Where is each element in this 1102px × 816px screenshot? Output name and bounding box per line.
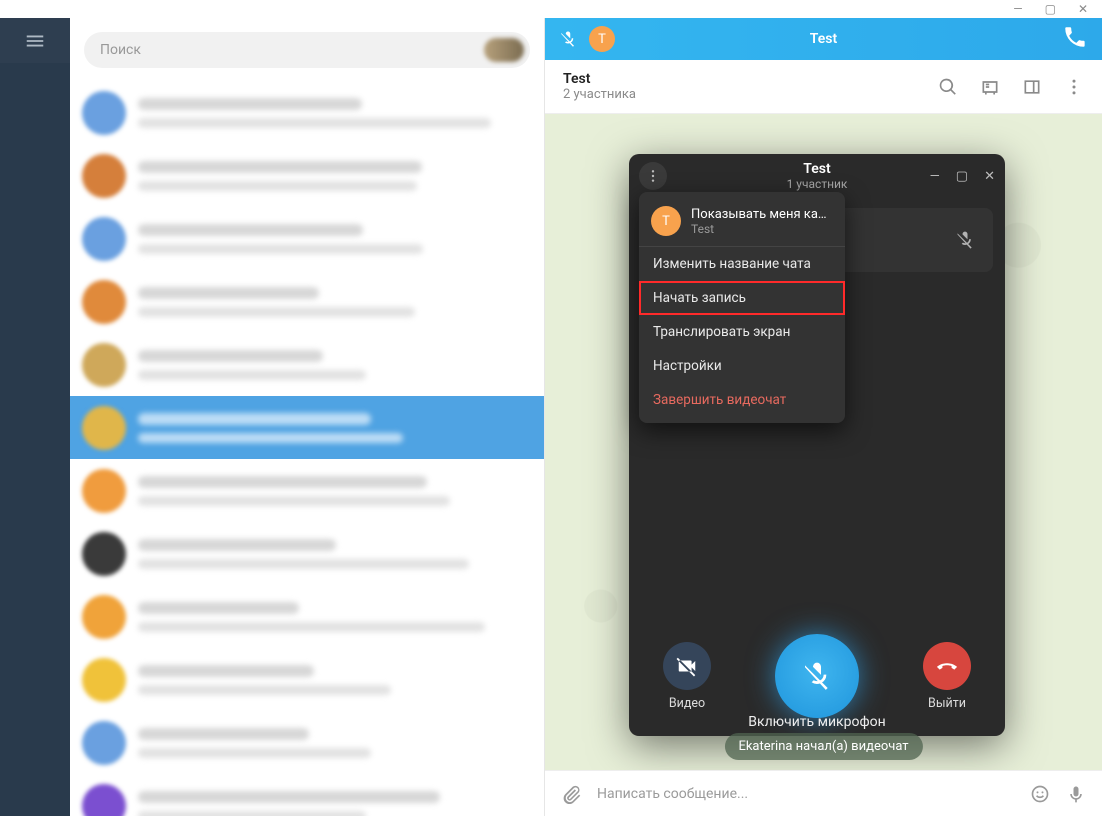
search-input-wrap[interactable]: Поиск	[84, 32, 530, 68]
chat-list-item[interactable]	[70, 774, 544, 816]
left-rail	[0, 18, 70, 816]
video-toggle-button[interactable]: Видео	[663, 642, 711, 711]
videochat-menu-button[interactable]	[639, 162, 667, 190]
mic-muted-icon	[801, 660, 833, 692]
menu-avatar: T	[651, 206, 681, 236]
chat-list-item[interactable]	[70, 522, 544, 585]
chat-list-item[interactable]	[70, 270, 544, 333]
system-message-pill: Ekaterina начал(а) видеочат	[724, 733, 922, 760]
chat-list-item[interactable]	[70, 207, 544, 270]
message-composer	[545, 770, 1102, 816]
mic-status-label: Включить микрофон	[629, 714, 1005, 730]
sidepanel-icon[interactable]	[1022, 77, 1042, 97]
window-maximize[interactable]: ▢	[1045, 2, 1056, 16]
chat-list-item[interactable]	[70, 711, 544, 774]
chat-list-column: Поиск	[70, 18, 545, 816]
search-icon[interactable]	[938, 77, 958, 97]
emoji-icon[interactable]	[1030, 784, 1050, 804]
chat-title: Test	[563, 71, 938, 87]
window-close[interactable]: ✕	[1078, 2, 1088, 16]
unmute-mic-button[interactable]	[775, 634, 859, 718]
window-titlebar: — ▢ ✕	[0, 0, 1102, 18]
conversation-column: T Test Test 2 участника	[545, 18, 1102, 816]
hamburger-icon	[24, 30, 46, 52]
videochat-maximize[interactable]: ▢	[956, 169, 968, 184]
chat-list-item[interactable]	[70, 81, 544, 144]
account-avatar[interactable]	[484, 38, 524, 62]
attach-icon[interactable]	[561, 784, 581, 804]
menu-item-rename[interactable]: Изменить название чата	[639, 247, 845, 281]
message-input[interactable]	[597, 786, 1014, 802]
chat-list-item[interactable]	[70, 459, 544, 522]
leave-call-button[interactable]: Выйти	[923, 642, 971, 711]
chat-list[interactable]	[70, 81, 544, 816]
mic-muted-icon	[559, 30, 577, 48]
callbar-avatar: T	[589, 26, 615, 52]
videochat-title: Test	[787, 161, 848, 177]
chat-header: Test 2 участника	[545, 60, 1102, 114]
videochat-context-menu: T Показывать меня как... Test Изменить н…	[639, 192, 845, 423]
menu-item-start-recording[interactable]: Начать запись	[639, 281, 845, 315]
chat-list-item[interactable]	[70, 585, 544, 648]
menu-item-settings[interactable]: Настройки	[639, 349, 845, 383]
mic-muted-icon	[955, 230, 975, 250]
voice-message-icon[interactable]	[1066, 784, 1086, 804]
search-placeholder: Поиск	[100, 42, 141, 58]
videochat-panel[interactable]: Test 1 участник — ▢ ✕ T Показывать мен	[629, 154, 1005, 736]
videochat-close[interactable]: ✕	[984, 169, 995, 184]
hangup-icon	[936, 655, 958, 677]
camera-off-icon	[676, 655, 698, 677]
kebab-icon	[645, 168, 661, 184]
chat-list-item[interactable]	[70, 648, 544, 711]
livestream-icon[interactable]	[980, 77, 1000, 97]
chat-background: Test 1 участник — ▢ ✕ T Показывать мен	[545, 114, 1102, 770]
menu-button[interactable]	[0, 18, 70, 63]
active-call-bar[interactable]: T Test	[545, 18, 1102, 60]
chat-list-item[interactable]	[70, 333, 544, 396]
kebab-icon[interactable]	[1064, 77, 1084, 97]
menu-show-me-as[interactable]: T Показывать меня как... Test	[639, 198, 845, 247]
chat-list-item[interactable]	[70, 144, 544, 207]
menu-item-end-videochat[interactable]: Завершить видеочат	[639, 383, 845, 417]
callbar-title: Test	[810, 31, 837, 47]
window-minimize[interactable]: —	[1013, 2, 1022, 16]
videochat-subtitle: 1 участник	[787, 177, 848, 191]
videochat-minimize[interactable]: —	[930, 169, 940, 184]
chat-list-item[interactable]	[70, 396, 544, 459]
chat-subtitle: 2 участника	[563, 87, 938, 102]
callbar-phone-icon[interactable]	[1062, 24, 1088, 54]
menu-item-share-screen[interactable]: Транслировать экран	[639, 315, 845, 349]
